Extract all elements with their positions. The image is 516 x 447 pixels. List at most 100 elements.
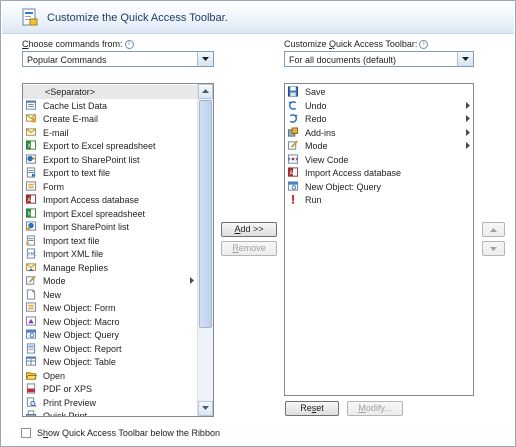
show-below-ribbon-checkbox[interactable] bbox=[21, 428, 31, 438]
list-item[interactable]: New Object: Table bbox=[23, 355, 197, 369]
commands-source-dropdown[interactable]: Popular Commands bbox=[22, 51, 214, 67]
pdf-icon bbox=[26, 383, 36, 394]
available-commands-list[interactable]: Quick Print Print Preview PDF or XPS Open Ne… bbox=[22, 83, 214, 417]
run-icon bbox=[291, 194, 295, 204]
chevron-down-icon[interactable] bbox=[197, 52, 213, 66]
list-item-label: View Code bbox=[305, 154, 349, 165]
remove-button[interactable]: Remove bbox=[221, 241, 277, 256]
mode-icon bbox=[287, 140, 298, 150]
quick-access-toolbar-icon bbox=[22, 8, 38, 26]
list-item[interactable]: Redo bbox=[285, 112, 473, 126]
list-item[interactable]: Save bbox=[285, 85, 473, 99]
list-item[interactable]: XML Import XML file bbox=[23, 247, 197, 261]
access-import-icon: A bbox=[25, 194, 37, 204]
list-item[interactable]: Undo bbox=[285, 99, 473, 113]
list-item-label: Print Preview bbox=[43, 397, 97, 408]
open-icon bbox=[25, 371, 37, 380]
list-item[interactable]: Quick Print bbox=[23, 409, 197, 417]
list-item[interactable]: Export to text file bbox=[23, 166, 197, 180]
separator-item[interactable]: <Separator> bbox=[23, 85, 197, 99]
show-below-ribbon-label[interactable]: Show Quick Access Toolbar below the Ribb… bbox=[37, 428, 220, 438]
svg-text:X: X bbox=[27, 211, 31, 217]
new-report-icon bbox=[26, 342, 36, 354]
list-item-label: Export to text file bbox=[43, 168, 111, 178]
add-button[interactable]: Add >> bbox=[221, 222, 277, 237]
scroll-up-button[interactable] bbox=[198, 84, 213, 99]
list-item-label: Manage Replies bbox=[43, 262, 109, 273]
manage-replies-icon bbox=[25, 262, 37, 271]
toolbar-commands-list[interactable]: Run New Object: Query A Import Access datab… bbox=[284, 83, 474, 396]
list-item[interactable]: Cache List Data bbox=[23, 99, 197, 113]
new-form-icon bbox=[25, 302, 37, 312]
list-item[interactable]: Open bbox=[23, 369, 197, 383]
list-item-label: E-mail bbox=[43, 127, 69, 138]
list-item[interactable]: Print Preview bbox=[23, 396, 197, 410]
save-icon bbox=[287, 86, 299, 97]
list-item[interactable]: New Object: Macro bbox=[23, 315, 197, 329]
list-item[interactable]: Add-ins bbox=[285, 126, 473, 140]
new-macro-icon bbox=[25, 315, 37, 326]
list-item[interactable]: Import SharePoint list bbox=[23, 220, 197, 234]
scroll-down-button[interactable] bbox=[198, 401, 213, 416]
info-icon: i bbox=[419, 40, 429, 50]
move-down-button[interactable] bbox=[482, 241, 505, 256]
list-item-label: New Object: Macro bbox=[43, 316, 120, 327]
new-query-icon bbox=[25, 329, 37, 339]
list-item[interactable]: E-mail bbox=[23, 126, 197, 140]
list-item-label: Redo bbox=[305, 114, 327, 124]
list-item[interactable]: Export to SharePoint list bbox=[23, 153, 197, 167]
list-item-label: Open bbox=[43, 370, 66, 381]
list-item-label: Undo bbox=[305, 100, 327, 111]
text-import-icon bbox=[26, 234, 36, 246]
excel-import-icon: X bbox=[25, 207, 37, 218]
modify-button[interactable]: Modify... bbox=[347, 401, 403, 416]
list-item[interactable]: PDF or XPS bbox=[23, 382, 197, 396]
list-item[interactable]: Form bbox=[23, 180, 197, 194]
list-item[interactable]: New Object: Query bbox=[285, 180, 473, 194]
list-item[interactable]: A Import Access database bbox=[285, 166, 473, 180]
move-up-button[interactable] bbox=[482, 222, 505, 237]
redo-icon bbox=[289, 114, 298, 123]
list-item[interactable]: Manage Replies bbox=[23, 261, 197, 275]
submenu-arrow-icon bbox=[190, 277, 194, 284]
list-item-label: <Separator> bbox=[45, 87, 96, 97]
list-item-label: Quick Print bbox=[43, 411, 88, 417]
submenu-arrow-icon bbox=[466, 115, 470, 122]
submenu-arrow-icon bbox=[466, 142, 470, 149]
list-item[interactable]: New Object: Report bbox=[23, 342, 197, 356]
quick-print-icon bbox=[25, 410, 37, 416]
submenu-arrow-icon bbox=[466, 128, 470, 136]
list-item-label: New Object: Form bbox=[43, 303, 116, 313]
list-item[interactable]: A Import Access database bbox=[23, 193, 197, 207]
list-item[interactable]: Import text file bbox=[23, 234, 197, 248]
list-item[interactable]: New Object: Form bbox=[23, 301, 197, 315]
list-item[interactable]: View Code bbox=[285, 153, 473, 167]
list-item[interactable]: X Import Excel spreadsheet bbox=[23, 207, 197, 221]
chevron-down-icon[interactable] bbox=[457, 52, 473, 66]
list-item[interactable]: Run bbox=[285, 193, 473, 207]
list-item[interactable]: New bbox=[23, 288, 197, 302]
vertical-scrollbar[interactable] bbox=[197, 84, 213, 416]
new-icon bbox=[26, 288, 36, 300]
list-item[interactable]: Mode bbox=[285, 139, 473, 153]
view-code-icon bbox=[287, 153, 299, 164]
text-export-icon bbox=[26, 167, 36, 178]
list-item-label: New Object: Report bbox=[43, 343, 122, 354]
list-item-label: Mode bbox=[305, 141, 328, 151]
list-item[interactable]: X Export to Excel spreadsheet bbox=[23, 139, 197, 153]
list-item-label: Import Excel spreadsheet bbox=[43, 208, 146, 219]
list-item-label: New Object: Query bbox=[43, 330, 120, 340]
list-item[interactable]: Create E-mail bbox=[23, 112, 197, 126]
access-import-icon: A bbox=[287, 167, 299, 177]
svg-text:X: X bbox=[27, 143, 31, 149]
print-preview-icon bbox=[26, 396, 37, 407]
list-item-label: Import Access database bbox=[305, 168, 402, 178]
list-item-label: Add-ins bbox=[305, 127, 336, 138]
scroll-thumb[interactable] bbox=[199, 100, 212, 328]
list-item[interactable]: Mode bbox=[23, 274, 197, 288]
reset-button[interactable]: Reset bbox=[285, 401, 339, 416]
qat-scope-dropdown[interactable]: For all documents (default) bbox=[284, 51, 474, 67]
list-item-label: Create E-mail bbox=[43, 114, 99, 124]
list-item[interactable]: New Object: Query bbox=[23, 328, 197, 342]
choose-commands-label: Choose commands from: i bbox=[22, 39, 134, 50]
